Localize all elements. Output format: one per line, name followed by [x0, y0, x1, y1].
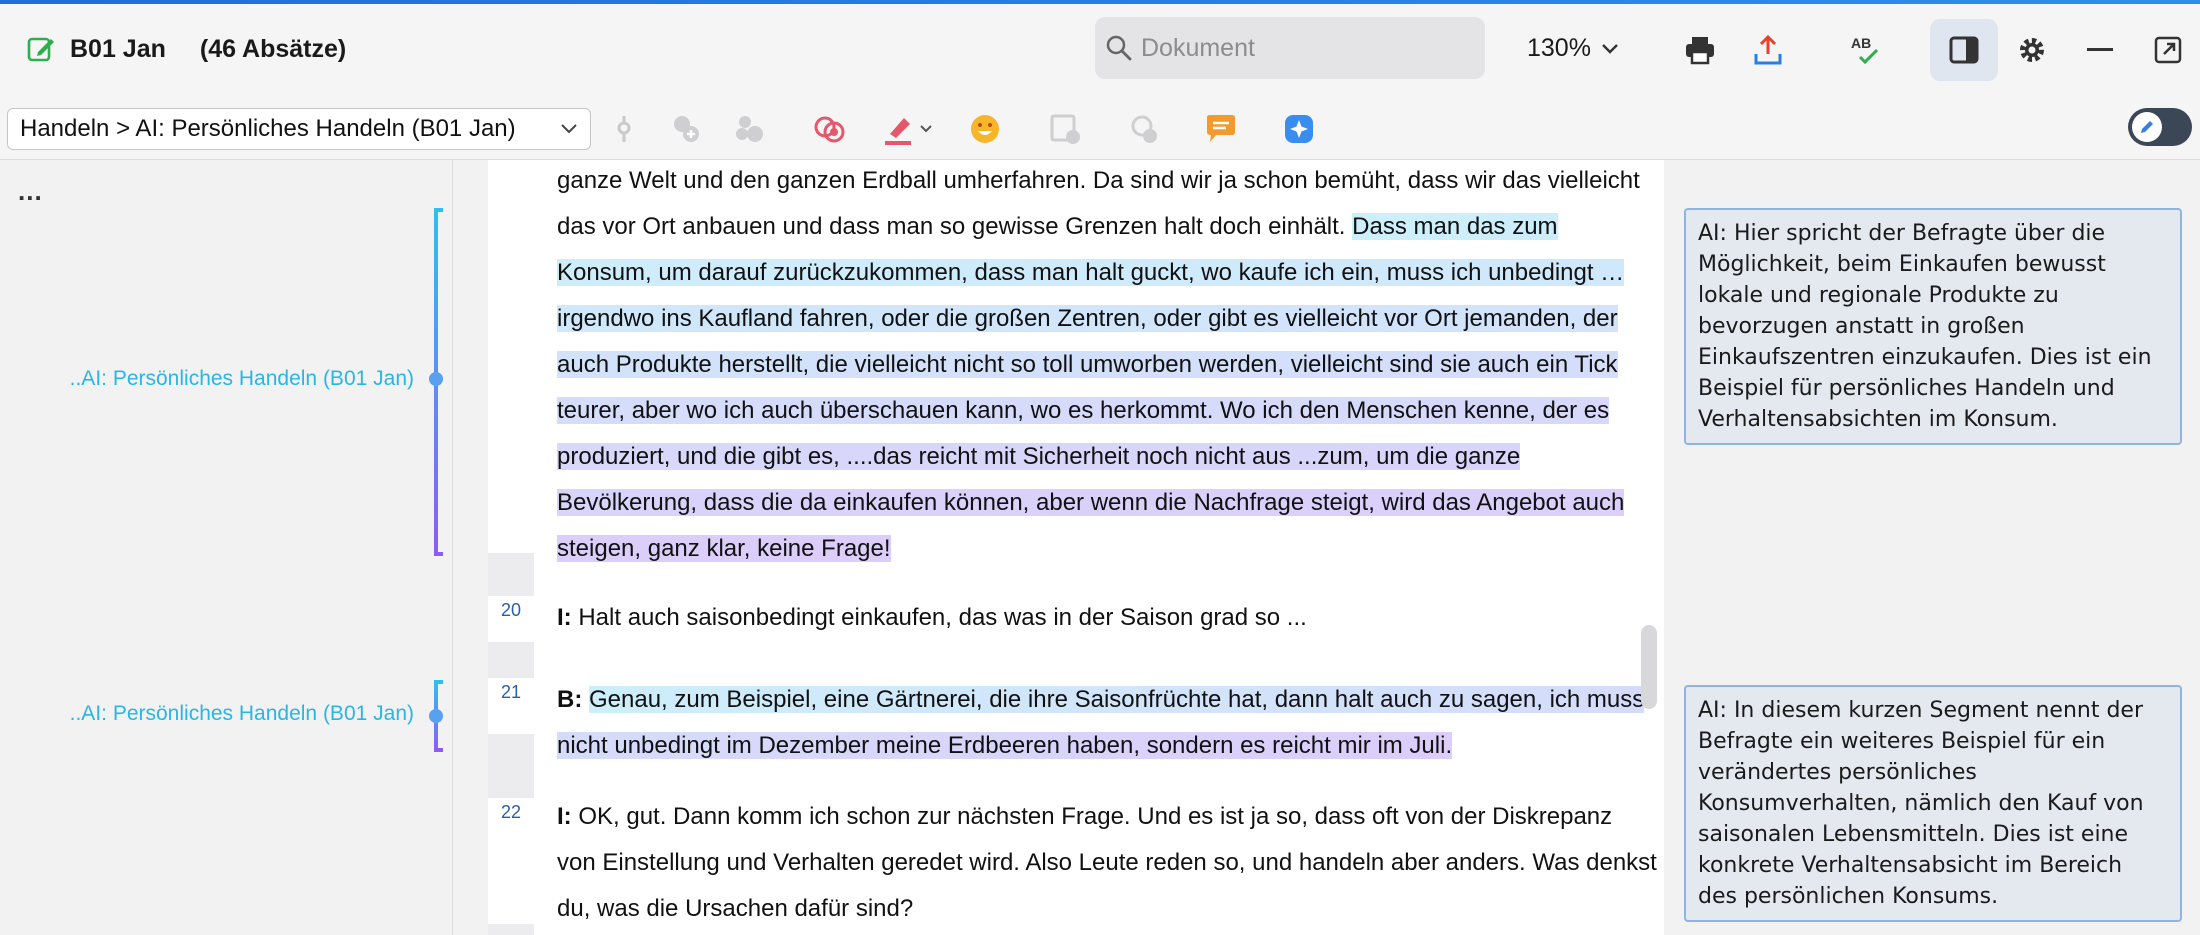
emoticode-icon[interactable]: [966, 110, 1004, 148]
document-search[interactable]: [1095, 17, 1485, 79]
code-with-new-code-icon[interactable]: [730, 110, 768, 148]
speaker-label: B:: [557, 686, 583, 713]
ai-memo[interactable]: AI: Hier spricht der Befragte über die M…: [1684, 208, 2182, 445]
zoom-selector[interactable]: 130%: [1527, 34, 1619, 63]
gear-icon[interactable]: [2012, 30, 2052, 70]
chevron-down-icon: [1602, 43, 1618, 54]
paragraph-text: OK, gut. Dann komm ich schon zur nächste…: [557, 803, 1657, 922]
spellcheck-icon[interactable]: AB: [1845, 30, 1885, 70]
code-stripe-label[interactable]: ..AI: Persönliches Handeln (B01 Jan): [70, 702, 414, 726]
document-browser[interactable]: ganze Welt und den ganzen Erdball umherf…: [534, 160, 1664, 935]
paragraph-number-gutter: 20 21 22: [488, 160, 534, 935]
code-selector-value: Handeln > AI: Persönliches Handeln (B01 …: [20, 115, 516, 142]
memo-pane: AI: Hier spricht der Befragte über die M…: [1664, 160, 2200, 935]
code-pin-icon[interactable]: [605, 110, 643, 148]
paragraph-number: 22: [488, 798, 534, 834]
emotion-code-icon[interactable]: [810, 110, 848, 148]
paragraph-number: 21: [488, 678, 534, 714]
edit-mode-toggle[interactable]: [2128, 108, 2192, 146]
search-icon: [1106, 35, 1132, 61]
speaker-label: I:: [557, 604, 572, 631]
minimize-icon[interactable]: [2080, 30, 2120, 70]
svg-text:AB: AB: [1851, 35, 1871, 51]
title-bar: B01 Jan (46 Absätze) 130% AB: [0, 4, 2200, 94]
coding-toolbar: Handeln > AI: Persönliches Handeln (B01 …: [0, 94, 2200, 160]
paragraph-19[interactable]: ganze Welt und den ganzen Erdball umherf…: [557, 158, 1657, 572]
paragraph-number: 20: [488, 596, 534, 632]
speaker-label: I:: [557, 803, 572, 830]
add-document-memo-icon[interactable]: [1046, 110, 1084, 148]
chevron-down-icon: [561, 124, 577, 134]
code-stripe-label[interactable]: ..AI: Persönliches Handeln (B01 Jan): [70, 367, 414, 391]
memo-comment-icon[interactable]: [1202, 110, 1240, 148]
coded-segment[interactable]: Genau, zum Beispiel, eine Gärtnerei, die…: [557, 686, 1645, 759]
code-stripe-handle[interactable]: [429, 709, 443, 723]
sidebar-toggle-icon[interactable]: [1930, 19, 1998, 81]
undock-window-icon[interactable]: [2148, 30, 2188, 70]
highlighter-icon[interactable]: [880, 110, 918, 148]
export-icon[interactable]: [1748, 30, 1788, 70]
add-code-icon[interactable]: [667, 110, 705, 148]
paragraph-20[interactable]: I: Halt auch saisonbedingt einkaufen, da…: [557, 595, 1657, 641]
coded-segment[interactable]: Dass man das zum Konsum, um darauf zurüc…: [557, 213, 1625, 562]
paragraph-21[interactable]: B: Genau, zum Beispiel, eine Gärtnerei, …: [557, 677, 1657, 769]
paragraph-text: Halt auch saisonbedingt einkaufen, das w…: [571, 604, 1307, 631]
chevron-down-icon[interactable]: [916, 110, 936, 148]
code-stripe[interactable]: [429, 680, 443, 752]
search-input[interactable]: [1141, 33, 1471, 63]
zoom-value: 130%: [1527, 34, 1591, 62]
paragraph-22[interactable]: I: OK, gut. Dann komm ich schon zur näch…: [557, 794, 1657, 932]
document-title: B01 Jan (46 Absätze): [26, 34, 346, 64]
coding-stripes-pane: ... ..AI: Persönliches Handeln (B01 Jan)…: [0, 160, 453, 935]
link-code-icon[interactable]: [1124, 110, 1162, 148]
code-stripe[interactable]: [429, 208, 443, 556]
pencil-icon: [2132, 112, 2162, 142]
ai-memo[interactable]: AI: In diesem kurzen Segment nennt der B…: [1684, 685, 2182, 922]
edit-document-icon[interactable]: [26, 34, 56, 64]
ai-assist-icon[interactable]: [1280, 110, 1318, 148]
more-options-button[interactable]: ...: [18, 176, 43, 207]
print-icon[interactable]: [1680, 30, 1720, 70]
code-selector[interactable]: Handeln > AI: Persönliches Handeln (B01 …: [7, 108, 591, 150]
paragraph-count: (46 Absätze): [199, 34, 347, 63]
document-scrollbar[interactable]: [1641, 625, 1657, 709]
code-stripe-handle[interactable]: [429, 372, 443, 386]
document-name: B01 Jan: [70, 34, 166, 63]
